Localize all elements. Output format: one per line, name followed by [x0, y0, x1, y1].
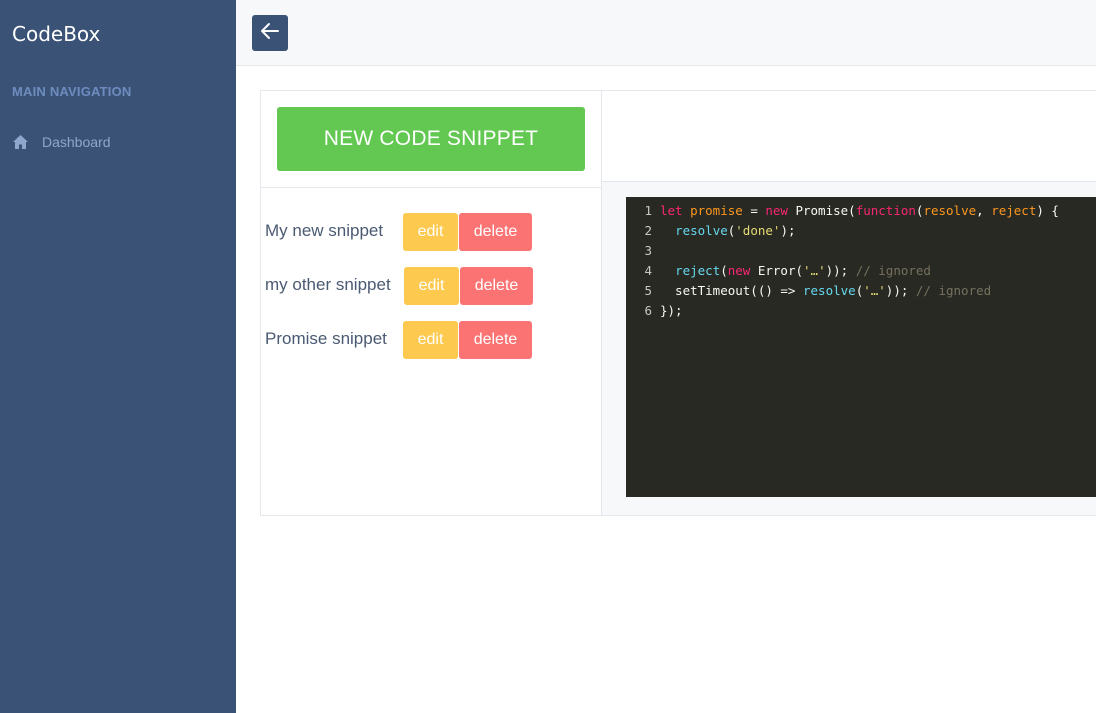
code-text: setTimeout(() => resolve('…')); // ignor…	[660, 283, 992, 298]
sidebar-item-label: Dashboard	[42, 134, 111, 150]
line-number: 4	[644, 263, 652, 278]
new-code-snippet-button[interactable]: NEW CODE SNIPPET	[277, 107, 585, 171]
code-line: 5 setTimeout(() => resolve('…')); // ign…	[626, 281, 991, 301]
line-number: 2	[644, 223, 652, 238]
snippet-name[interactable]: Promise snippet	[265, 329, 387, 349]
line-number: 6	[644, 303, 652, 318]
code-line: 6});	[626, 301, 683, 321]
edit-button[interactable]: edit	[403, 213, 458, 251]
snippet-name[interactable]: My new snippet	[265, 221, 383, 241]
sidebar-item-dashboard[interactable]: Dashboard	[0, 130, 236, 154]
code-text: });	[660, 303, 683, 318]
code-viewer[interactable]: 1 let promise = new Promise(function(reso…	[626, 197, 1096, 497]
delete-button[interactable]: delete	[459, 213, 532, 251]
code-line: 3	[626, 241, 660, 261]
divider	[261, 187, 601, 188]
edit-button[interactable]: edit	[403, 321, 458, 359]
top-bar	[236, 0, 1096, 66]
snippet-header	[602, 91, 1096, 182]
edit-button[interactable]: edit	[404, 267, 459, 305]
code-text: reject(new Error('…')); // ignored	[675, 263, 931, 278]
code-line: 1 let promise = new Promise(function(reso…	[626, 201, 1059, 221]
line-number: 3	[644, 243, 652, 258]
code-text: let promise = new Promise(function(resol…	[660, 203, 1059, 218]
delete-button[interactable]: delete	[460, 267, 533, 305]
back-button[interactable]	[252, 15, 288, 51]
code-line: 4 reject(new Error('…')); // ignored	[626, 261, 931, 281]
code-text: resolve('done');	[675, 223, 796, 238]
line-number: 1	[644, 203, 652, 218]
snippet-detail-column: 1 let promise = new Promise(function(reso…	[602, 91, 1096, 515]
brand-title[interactable]: CodeBox	[12, 22, 100, 46]
snippet-list-column: NEW CODE SNIPPET My new snippet edit del…	[261, 91, 602, 515]
code-line: 2 resolve('done');	[626, 221, 796, 241]
snippet-name[interactable]: my other snippet	[265, 275, 391, 295]
line-number: 5	[644, 283, 652, 298]
home-icon	[12, 134, 29, 150]
arrow-left-icon	[259, 20, 281, 47]
main-navigation-header: MAIN NAVIGATION	[12, 84, 132, 99]
sidebar: CodeBox MAIN NAVIGATION Dashboard	[0, 0, 236, 713]
delete-button[interactable]: delete	[459, 321, 532, 359]
snippets-panel: NEW CODE SNIPPET My new snippet edit del…	[260, 90, 1096, 516]
